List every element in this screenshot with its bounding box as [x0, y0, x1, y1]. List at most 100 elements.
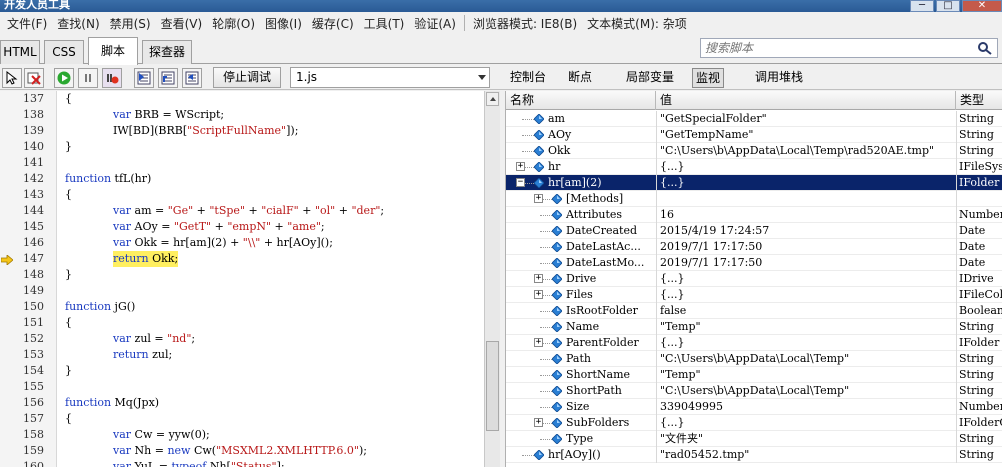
watch-row[interactable]: + Files {...} IFileCol [506, 287, 1002, 303]
step-out-button[interactable] [182, 68, 202, 88]
step-into-button[interactable] [134, 68, 154, 88]
watch-row[interactable]: am "GetSpecialFolder" String [506, 111, 1002, 127]
code-line[interactable]: 147 return Okk; [0, 251, 484, 267]
collapse-icon[interactable]: − [516, 178, 525, 187]
tab-call-stack[interactable]: 调用堆栈 [752, 68, 806, 88]
expand-icon[interactable]: + [534, 418, 543, 427]
search-icon[interactable] [977, 41, 993, 55]
code-line[interactable]: 137 { [0, 91, 484, 107]
menu-tools[interactable]: 工具(T) [359, 15, 410, 32]
watch-value[interactable]: 16 [656, 207, 956, 223]
watch-value[interactable] [656, 191, 956, 207]
break-all-button[interactable] [78, 68, 98, 88]
watch-value[interactable]: "GetSpecialFolder" [656, 111, 956, 127]
search-input[interactable] [701, 39, 973, 57]
code-line[interactable]: 148} [0, 267, 484, 283]
watch-row[interactable]: Type "文件夹" String [506, 431, 1002, 447]
watch-value[interactable]: "Temp" [656, 319, 956, 335]
code-line[interactable]: 141 [0, 155, 484, 171]
select-element-button[interactable] [2, 68, 22, 88]
expand-icon[interactable]: + [534, 194, 543, 203]
watch-row[interactable]: DateLastMo... 2019/7/1 17:17:50 Date [506, 255, 1002, 271]
watch-row[interactable]: IsRootFolder false Boolean [506, 303, 1002, 319]
scrollbar-thumb[interactable] [486, 341, 499, 431]
menu-validate[interactable]: 验证(A) [409, 15, 461, 32]
watch-row[interactable]: + [Methods] [506, 191, 1002, 207]
watch-value[interactable]: {...} [656, 175, 956, 191]
tab-script[interactable]: 脚本 [88, 37, 138, 65]
watch-value[interactable]: 339049995 [656, 399, 956, 415]
watch-value[interactable]: 2019/7/1 17:17:50 [656, 239, 956, 255]
step-over-button[interactable] [158, 68, 178, 88]
watch-value[interactable]: {...} [656, 415, 956, 431]
watch-value[interactable]: {...} [656, 287, 956, 303]
code-line[interactable]: 157 { [0, 411, 484, 427]
code-scrollbar[interactable] [484, 91, 500, 467]
watch-value[interactable]: "rad05452.tmp" [656, 447, 956, 463]
expand-icon[interactable]: + [516, 162, 525, 171]
watch-row[interactable]: DateLastAc... 2019/7/1 17:17:50 Date [506, 239, 1002, 255]
menu-disable[interactable]: 禁用(S) [105, 15, 156, 32]
watch-value[interactable]: 2015/4/19 17:24:57 [656, 223, 956, 239]
code-line[interactable]: 145 var AOy = "GetT" + "empN" + "ame"; [0, 219, 484, 235]
watch-row[interactable]: Size 339049995 Number [506, 399, 1002, 415]
code-line[interactable]: 149 [0, 283, 484, 299]
menu-cache[interactable]: 缓存(C) [307, 15, 359, 32]
continue-button[interactable] [54, 68, 74, 88]
watch-value[interactable]: "C:\Users\b\AppData\Local\Temp" [656, 351, 956, 367]
tab-console[interactable]: 控制台 [507, 68, 549, 88]
stop-debugging-button[interactable]: 停止调试 [213, 67, 281, 88]
watch-value[interactable]: "GetTempName" [656, 127, 956, 143]
watch-value[interactable]: 2019/7/1 17:17:50 [656, 255, 956, 271]
watch-row[interactable]: Okk "C:\Users\b\AppData\Local\Temp\rad520… [506, 143, 1002, 159]
scroll-up-icon[interactable] [486, 92, 499, 106]
menu-find[interactable]: 查找(N) [52, 15, 104, 32]
code-line[interactable]: 143 { [0, 187, 484, 203]
script-file-select[interactable]: 1.js [290, 67, 490, 88]
menu-file[interactable]: 文件(F) [2, 15, 52, 32]
code-line[interactable]: 156 function Mq(Jpx) [0, 395, 484, 411]
menu-images[interactable]: 图像(I) [260, 15, 307, 32]
watch-value[interactable]: {...} [656, 271, 956, 287]
code-line[interactable]: 155 [0, 379, 484, 395]
code-line[interactable]: 158 var Cw = yyw(0); [0, 427, 484, 443]
watch-row[interactable]: + SubFolders {...}IFolderC [506, 415, 1002, 431]
code-line[interactable]: 152 var zul = "nd"; [0, 331, 484, 347]
watch-row[interactable]: Name "Temp" String [506, 319, 1002, 335]
watch-row[interactable]: + ParentFolder {...} IFolder [506, 335, 1002, 351]
menu-document-mode[interactable]: 文本模式(M): 杂项 [582, 15, 692, 32]
tab-breakpoints[interactable]: 断点 [565, 68, 595, 88]
watch-row[interactable]: − hr[am](2) {...} IFolder [506, 175, 1002, 191]
watch-value[interactable]: {...} [656, 335, 956, 351]
code-line[interactable]: 159 var Nh = new Cw("MSXML2.XMLHTTP.6.0")… [0, 443, 484, 459]
code-line[interactable]: 142 function tfL(hr) [0, 171, 484, 187]
code-line[interactable]: 154} [0, 363, 484, 379]
column-header-type[interactable]: 类型 [956, 91, 1002, 110]
tab-css[interactable]: CSS [44, 40, 84, 64]
code-editor[interactable]: 137{138 var BRB = WScript; 139 IW[BD](BRB["… [0, 91, 484, 467]
code-line[interactable]: 138 var BRB = WScript; [0, 107, 484, 123]
watch-value[interactable]: "C:\Users\b\AppData\Local\Temp\rad520AE.… [656, 143, 956, 159]
watch-row[interactable]: AOy "GetTempName" String [506, 127, 1002, 143]
code-line[interactable]: 140} [0, 139, 484, 155]
column-header-value[interactable]: 值 [656, 91, 956, 110]
clear-button[interactable] [24, 68, 44, 88]
watch-row[interactable]: hr[AOy]() "rad05452.tmp" String [506, 447, 1002, 463]
watch-row[interactable]: + Drive {...} IDrive [506, 271, 1002, 287]
menu-browser-mode[interactable]: 浏览器模式: IE8(B) [468, 15, 582, 32]
maximize-button[interactable]: □ [936, 0, 960, 12]
expand-icon[interactable]: + [534, 290, 543, 299]
expand-icon[interactable]: + [534, 338, 543, 347]
menu-outline[interactable]: 轮廓(O) [207, 15, 260, 32]
code-line[interactable]: 150 function jG() [0, 299, 484, 315]
watch-value[interactable]: "文件夹" [656, 431, 956, 447]
tab-watch[interactable]: 监视 [692, 68, 725, 88]
code-line[interactable]: 160 var YuL = typeof Nh["Status"]; [0, 459, 484, 467]
watch-value[interactable]: false [656, 303, 956, 319]
tab-locals[interactable]: 局部变量 [623, 68, 677, 88]
code-line[interactable]: 153 return zul; [0, 347, 484, 363]
watch-row[interactable]: ShortName "Temp" String [506, 367, 1002, 383]
menu-view[interactable]: 查看(V) [156, 15, 208, 32]
code-line[interactable]: 144 var am = "Ge" + "tSpe" + "cialF" + "o… [0, 203, 484, 219]
watch-row[interactable]: ShortPath "C:\Users\b\AppData\Local\Temp"… [506, 383, 1002, 399]
